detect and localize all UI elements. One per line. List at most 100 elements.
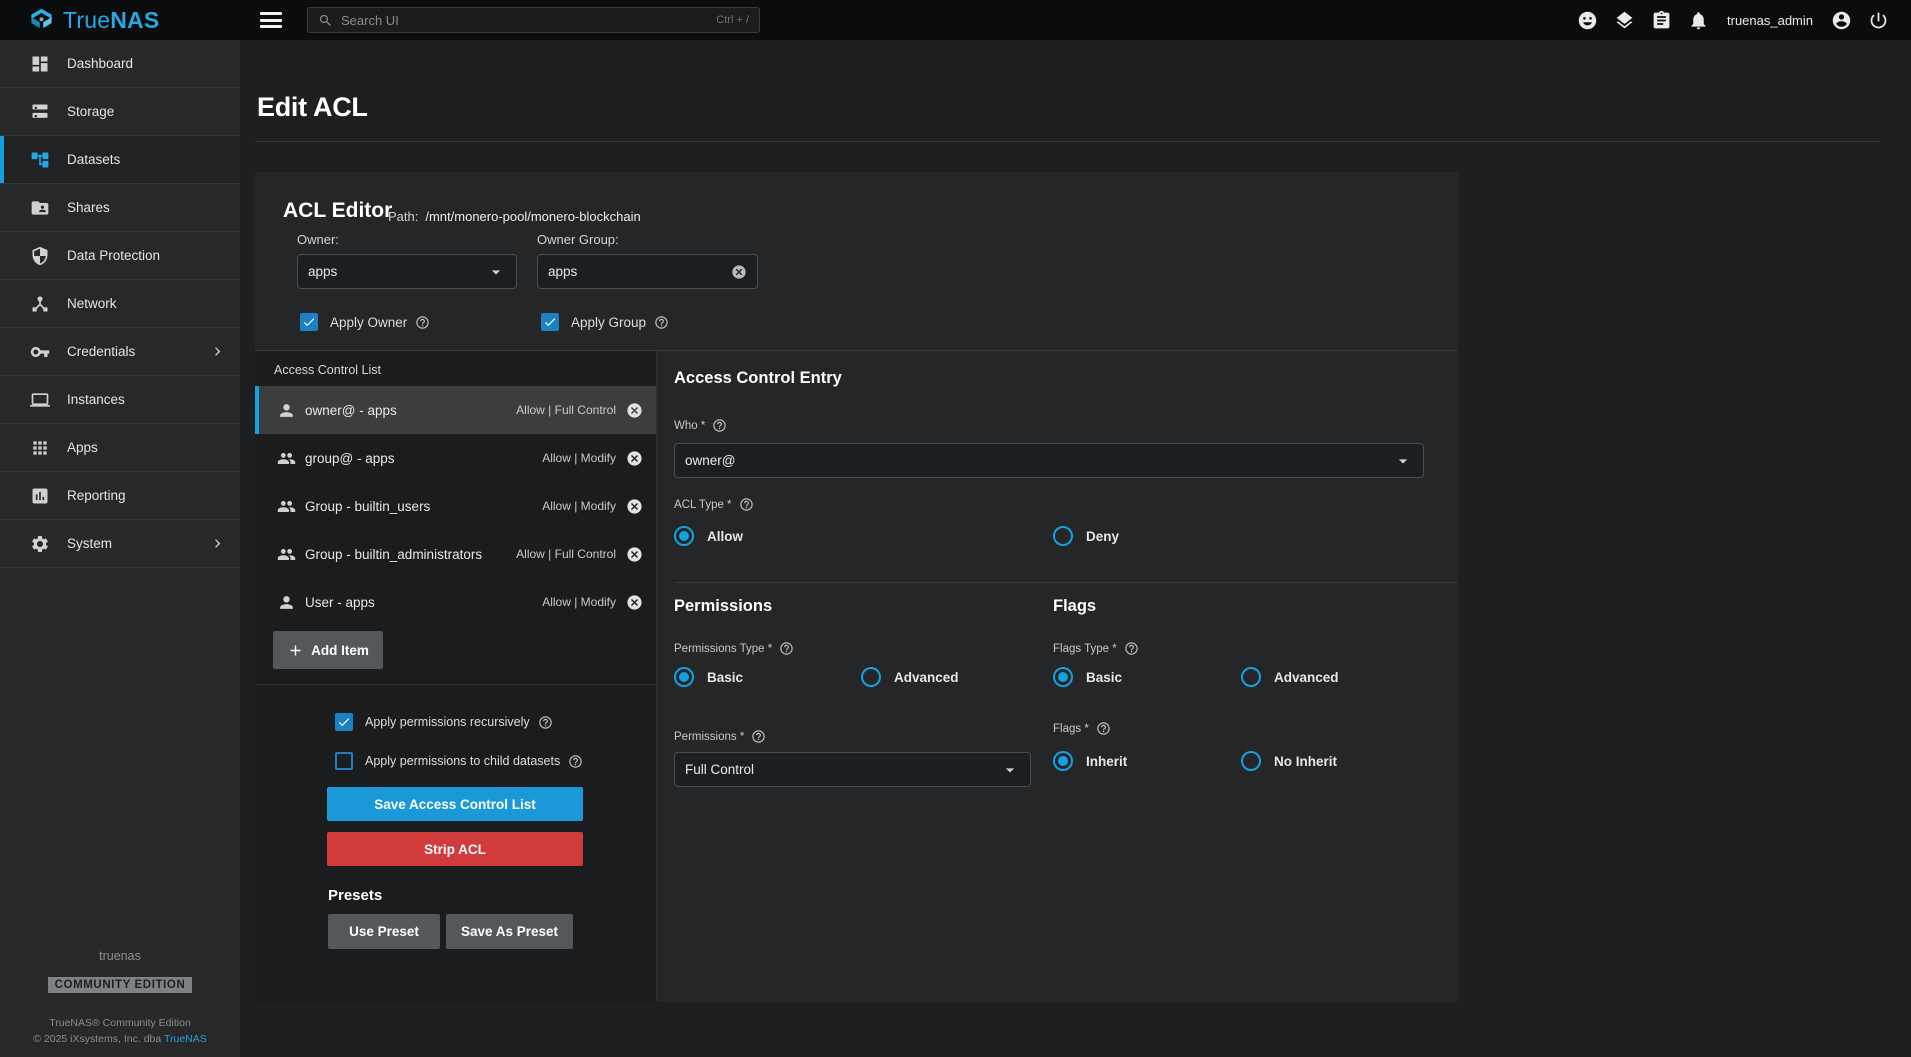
acl-editor-card: ACL Editor Path: /mnt/monero-pool/monero… — [255, 172, 1458, 1002]
product-label: TrueNAS® Community Edition — [49, 1017, 191, 1029]
sidebar-item-network[interactable]: Network — [0, 280, 240, 328]
flags-no-inherit-radio[interactable]: No Inherit — [1241, 751, 1337, 771]
sidebar-item-credentials[interactable]: Credentials — [0, 328, 240, 376]
list-divider — [255, 684, 656, 685]
power-icon[interactable] — [1868, 10, 1889, 31]
acl-list-panel: Access Control List owner@ - apps Allow … — [255, 351, 656, 1002]
save-as-preset-button[interactable]: Save As Preset — [446, 914, 573, 949]
sidebar-item-datasets[interactable]: Datasets — [0, 136, 240, 184]
sidebar-item-data-protection[interactable]: Data Protection — [0, 232, 240, 280]
permissions-type-advanced-radio[interactable]: Advanced — [861, 667, 959, 687]
permissions-type-basic-radio[interactable]: Basic — [674, 667, 743, 687]
help-icon[interactable] — [739, 497, 754, 512]
add-item-button[interactable]: Add Item — [273, 631, 383, 669]
acl-entry-row[interactable]: User - apps Allow | Modify — [255, 578, 656, 626]
help-icon[interactable] — [751, 729, 766, 744]
feedback-smiley-icon[interactable] — [1577, 10, 1598, 31]
sidebar-item-system[interactable]: System — [0, 520, 240, 568]
help-icon[interactable] — [1096, 721, 1111, 736]
dashboard-icon — [30, 54, 50, 74]
sidebar-item-reporting[interactable]: Reporting — [0, 472, 240, 520]
access-control-entry-panel: Access Control Entry Who * owner@ ACL Ty… — [656, 351, 1458, 1002]
delete-entry-icon[interactable] — [626, 498, 643, 515]
sidebar-item-instances[interactable]: Instances — [0, 376, 240, 424]
chevron-right-icon — [209, 535, 226, 552]
flags-inherit-radio[interactable]: Inherit — [1053, 751, 1127, 771]
presets-title: Presets — [328, 887, 382, 904]
acl-type-deny-radio[interactable]: Deny — [1053, 526, 1119, 546]
storage-icon — [30, 102, 50, 122]
help-icon[interactable] — [779, 641, 794, 656]
hostname-label: truenas — [99, 949, 141, 963]
group-icon — [277, 545, 296, 564]
section-divider — [255, 350, 1458, 351]
sidebar-item-shares[interactable]: Shares — [0, 184, 240, 232]
acl-entry-row[interactable]: Group - builtin_users Allow | Modify — [255, 482, 656, 530]
acl-entry-row[interactable]: group@ - apps Allow | Modify — [255, 434, 656, 482]
owner-select[interactable]: apps — [297, 254, 517, 289]
help-icon[interactable] — [538, 715, 553, 730]
search-bar[interactable]: Ctrl + / — [307, 7, 760, 33]
permissions-select[interactable]: Full Control — [674, 752, 1031, 787]
jobs-clipboard-icon[interactable] — [1651, 10, 1672, 31]
data-protection-icon — [30, 246, 50, 266]
owner-label: Owner: — [297, 232, 339, 247]
apply-recursively-checkbox[interactable] — [335, 713, 353, 731]
group-icon — [277, 497, 296, 516]
apply-group-checkbox[interactable] — [541, 313, 559, 331]
title-divider — [255, 141, 1880, 142]
acl-entry-row[interactable]: Group - builtin_administrators Allow | F… — [255, 530, 656, 578]
topbar-actions: truenas_admin — [1577, 0, 1889, 40]
help-icon[interactable] — [568, 754, 583, 769]
ix-systems-stack-icon[interactable] — [1614, 10, 1635, 31]
search-shortcut-hint: Ctrl + / — [716, 14, 749, 26]
strip-acl-button[interactable]: Strip ACL — [327, 832, 583, 866]
flags-type-advanced-radio[interactable]: Advanced — [1241, 667, 1339, 687]
acl-editor-title: ACL Editor — [283, 199, 392, 223]
truenas-link[interactable]: TrueNAS — [164, 1033, 207, 1045]
instances-icon — [30, 390, 50, 410]
clear-icon[interactable] — [731, 264, 747, 280]
delete-entry-icon[interactable] — [626, 402, 643, 419]
flags-title: Flags — [1053, 597, 1096, 616]
apply-owner-checkbox[interactable] — [300, 313, 318, 331]
apply-to-children-row: Apply permissions to child datasets — [335, 752, 583, 770]
delete-entry-icon[interactable] — [626, 546, 643, 563]
truenas-logo-text: TrueNAS — [63, 7, 159, 34]
credentials-icon — [30, 342, 50, 362]
sidebar-item-dashboard[interactable]: Dashboard — [0, 40, 240, 88]
username-label: truenas_admin — [1727, 13, 1813, 28]
alerts-bell-icon[interactable] — [1688, 10, 1709, 31]
use-preset-button[interactable]: Use Preset — [328, 914, 440, 949]
acl-entry-row[interactable]: owner@ - apps Allow | Full Control — [255, 386, 656, 434]
owner-group-input[interactable]: apps — [537, 254, 758, 289]
dataset-path: Path: /mnt/monero-pool/monero-blockchain — [388, 209, 641, 224]
menu-icon[interactable] — [260, 12, 282, 28]
user-avatar-icon[interactable] — [1831, 10, 1852, 31]
who-select[interactable]: owner@ — [674, 443, 1424, 478]
flags-type-basic-radio[interactable]: Basic — [1053, 667, 1122, 687]
save-acl-button[interactable]: Save Access Control List — [327, 787, 583, 821]
datasets-icon — [30, 150, 50, 170]
dropdown-arrow-icon — [1393, 451, 1413, 471]
help-icon[interactable] — [654, 315, 669, 330]
acl-type-allow-radio[interactable]: Allow — [674, 526, 743, 546]
flags-label: Flags * — [1053, 721, 1111, 736]
sidebar-item-apps[interactable]: Apps — [0, 424, 240, 472]
truenas-logo[interactable]: TrueNAS — [28, 0, 159, 40]
help-icon[interactable] — [712, 418, 727, 433]
sidebar-item-storage[interactable]: Storage — [0, 88, 240, 136]
search-input[interactable] — [341, 13, 716, 28]
plus-icon — [287, 642, 311, 659]
help-icon[interactable] — [1124, 641, 1139, 656]
apply-recursively-row: Apply permissions recursively — [335, 713, 553, 731]
reporting-icon — [30, 486, 50, 506]
apply-to-children-checkbox[interactable] — [335, 752, 353, 770]
entry-divider — [674, 582, 1458, 583]
help-icon[interactable] — [415, 315, 430, 330]
delete-entry-icon[interactable] — [626, 450, 643, 467]
delete-entry-icon[interactable] — [626, 594, 643, 611]
permissions-title: Permissions — [674, 597, 772, 616]
acl-list-title: Access Control List — [274, 363, 381, 377]
permissions-type-label: Permissions Type * — [674, 641, 794, 656]
